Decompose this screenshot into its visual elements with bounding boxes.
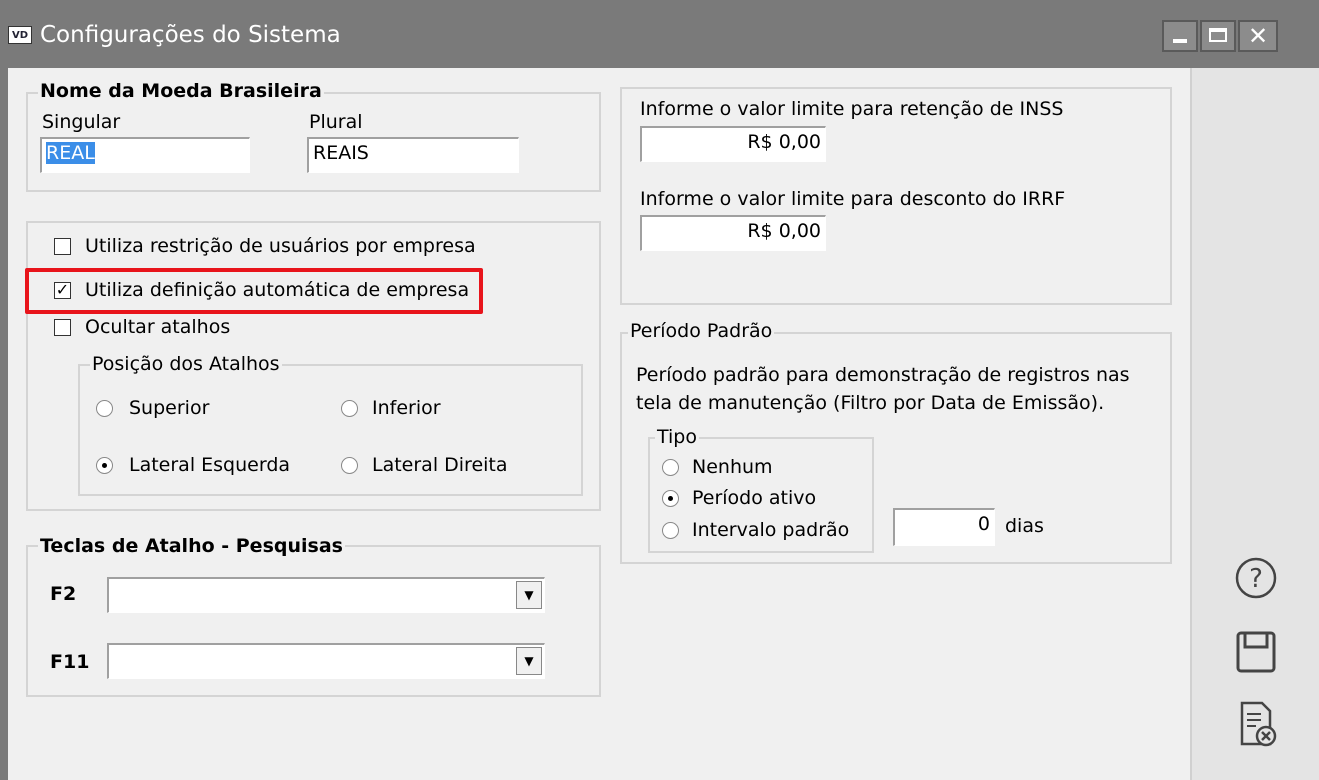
period-description-line1: Período padrão para demonstração de regi… — [636, 364, 1130, 386]
ocultar-label: Ocultar atalhos — [85, 316, 231, 338]
days-label: dias — [1005, 515, 1044, 537]
period-description-line2: tela de manutenção (Filtro por Data de E… — [636, 392, 1105, 414]
irrf-input[interactable]: R$ 0,00 — [640, 215, 826, 251]
maximize-button[interactable] — [1200, 20, 1236, 52]
f11-dropdown-button[interactable]: ▼ — [516, 647, 542, 675]
radio-intervalo-padrao-label: Intervalo padrão — [692, 519, 850, 541]
singular-value: REAL — [46, 142, 95, 164]
period-group-title: Período Padrão — [628, 320, 775, 342]
save-icon — [1236, 631, 1276, 673]
check-mark-icon: ✓ — [55, 280, 70, 299]
window-title: Configurações do Sistema — [40, 22, 341, 48]
radio-periodo-ativo[interactable] — [662, 490, 679, 507]
help-button[interactable]: ? — [1228, 556, 1284, 600]
days-value: 0 — [977, 513, 990, 535]
plural-input[interactable]: REAIS — [307, 137, 519, 173]
radio-superior[interactable] — [96, 400, 113, 417]
restricao-checkbox[interactable] — [54, 238, 71, 255]
minimize-icon — [1173, 39, 1187, 43]
irrf-label: Informe o valor limite para desconto do … — [640, 188, 1066, 210]
minimize-button[interactable] — [1162, 20, 1198, 52]
cancel-button[interactable] — [1228, 700, 1284, 748]
f2-dropdown-button[interactable]: ▼ — [516, 581, 542, 609]
plural-value: REAIS — [313, 142, 369, 164]
radio-intervalo-padrao[interactable] — [662, 522, 679, 539]
help-icon: ? — [1235, 557, 1277, 599]
irrf-value: R$ 0,00 — [747, 220, 821, 242]
radio-inferior-label: Inferior — [372, 397, 441, 419]
days-input[interactable]: 0 — [893, 508, 995, 546]
singular-input[interactable]: REAL — [40, 137, 250, 173]
radio-nenhum[interactable] — [662, 459, 679, 476]
f2-select[interactable]: ▼ — [107, 577, 545, 613]
singular-label: Singular — [42, 111, 121, 133]
inss-label: Informe o valor limite para retenção de … — [640, 98, 1064, 120]
radio-lateral-esquerda[interactable] — [96, 457, 113, 474]
cancel-document-icon — [1240, 701, 1277, 747]
f11-select[interactable]: ▼ — [107, 643, 545, 679]
hotkeys-group-title: Teclas de Atalho - Pesquisas — [38, 535, 345, 557]
ocultar-checkbox[interactable] — [54, 319, 71, 336]
restricao-label: Utiliza restrição de usuários por empres… — [85, 235, 476, 257]
close-button[interactable]: ✕ — [1238, 20, 1278, 52]
radio-periodo-ativo-label: Período ativo — [692, 487, 817, 509]
radio-inferior[interactable] — [341, 400, 358, 417]
app-icon: VD — [8, 26, 32, 44]
definicao-label: Utiliza definição automática de empresa — [85, 279, 470, 301]
plural-label: Plural — [309, 111, 363, 133]
chevron-down-icon: ▼ — [524, 588, 534, 602]
chevron-down-icon: ▼ — [524, 654, 534, 668]
window-frame — [0, 68, 8, 780]
radio-superior-label: Superior — [129, 397, 210, 419]
maximize-icon — [1209, 28, 1227, 42]
radio-lateral-direita-label: Lateral Direita — [372, 454, 508, 476]
radio-nenhum-label: Nenhum — [692, 456, 773, 478]
inss-value: R$ 0,00 — [747, 131, 821, 153]
radio-lateral-direita[interactable] — [341, 457, 358, 474]
radio-lateral-esquerda-label: Lateral Esquerda — [129, 454, 291, 476]
inss-input[interactable]: R$ 0,00 — [640, 126, 826, 162]
close-icon: ✕ — [1248, 22, 1269, 50]
currency-group-title: Nome da Moeda Brasileira — [38, 80, 324, 102]
type-group-title: Tipo — [655, 426, 699, 448]
f2-label: F2 — [50, 583, 77, 605]
svg-text:?: ? — [1249, 564, 1263, 594]
f11-label: F11 — [50, 651, 90, 673]
shortcut-position-title: Posição dos Atalhos — [90, 353, 282, 375]
definicao-checkbox[interactable]: ✓ — [54, 282, 71, 299]
save-button[interactable] — [1228, 630, 1284, 674]
shortcut-position-group — [78, 364, 583, 496]
